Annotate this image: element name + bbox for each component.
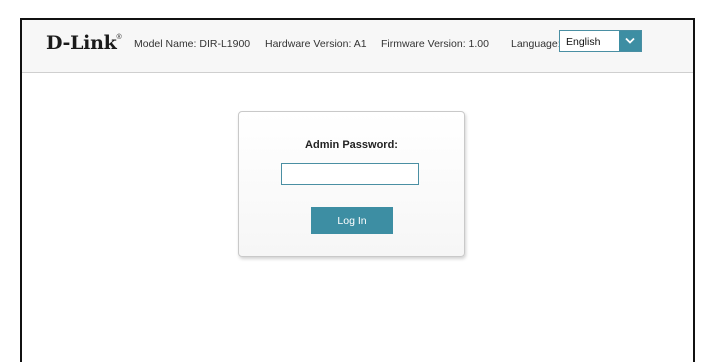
language-value: English xyxy=(566,36,601,48)
language-label: Language: xyxy=(511,38,561,50)
firmware-version: Firmware Version: 1.00 xyxy=(381,38,489,50)
language-select[interactable]: English xyxy=(559,30,642,52)
admin-password-input[interactable] xyxy=(281,163,419,185)
page-frame: D-Link® Model Name: DIR-L1900 Hardware V… xyxy=(20,18,695,362)
hardware-version: Hardware Version: A1 xyxy=(265,38,367,50)
admin-password-label: Admin Password: xyxy=(305,139,398,151)
dlink-logo: D-Link® xyxy=(46,32,122,54)
login-button[interactable]: Log In xyxy=(311,207,393,234)
header-bar: D-Link® Model Name: DIR-L1900 Hardware V… xyxy=(22,20,693,73)
login-card: Admin Password: Log In xyxy=(238,111,465,257)
chevron-down-icon[interactable] xyxy=(619,31,641,51)
model-name: Model Name: DIR-L1900 xyxy=(134,38,251,50)
